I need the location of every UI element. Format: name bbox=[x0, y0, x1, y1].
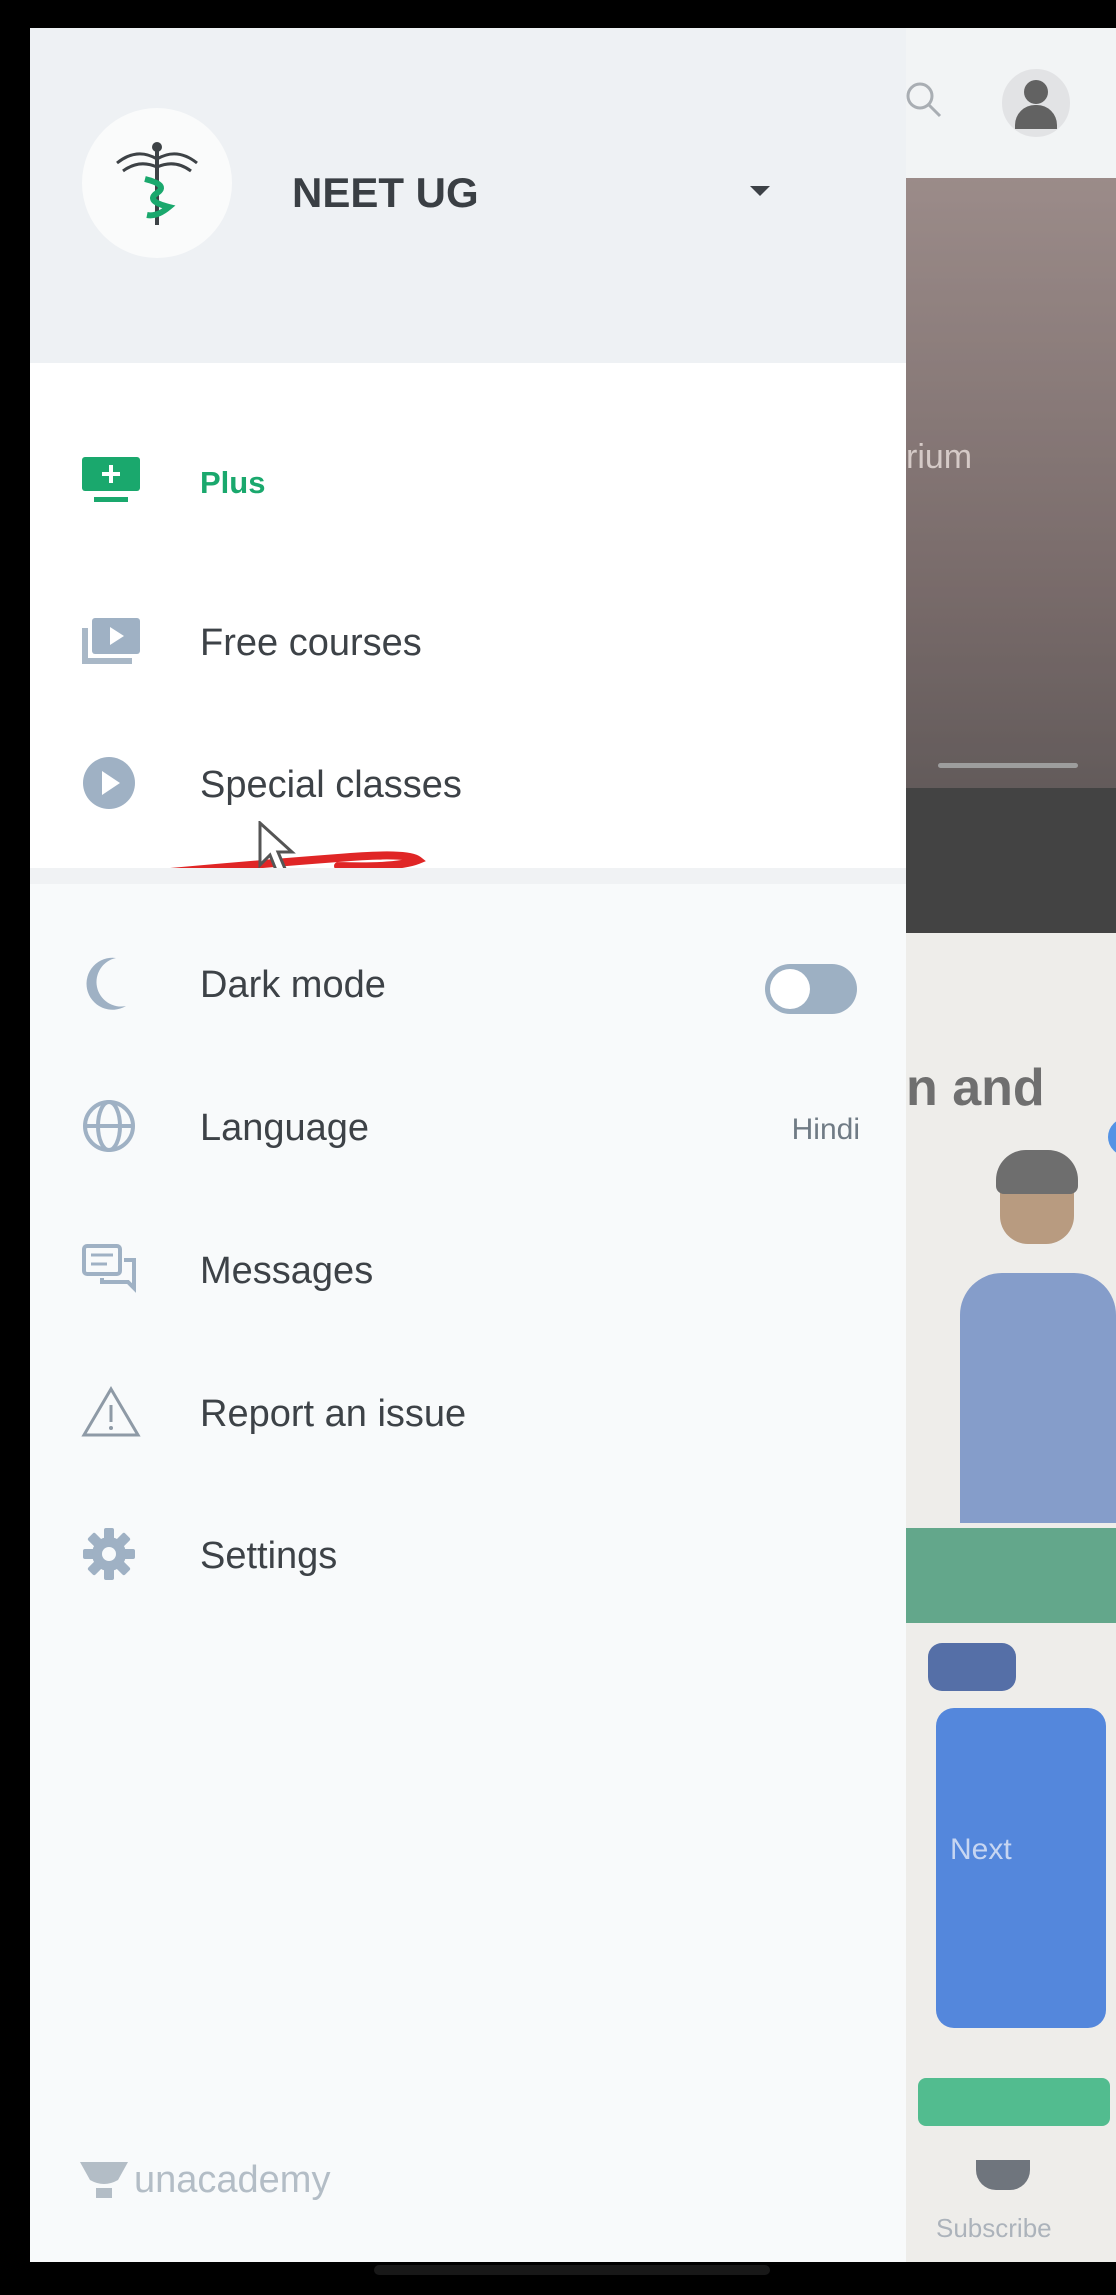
menu-item-label: Settings bbox=[200, 1535, 338, 1577]
warning-triangle-icon bbox=[80, 1385, 142, 1439]
menu-item-language[interactable]: Language Hindi bbox=[30, 1071, 906, 1181]
menu-item-messages[interactable]: Messages bbox=[30, 1214, 906, 1324]
menu-item-report-issue[interactable]: Report an issue bbox=[30, 1357, 906, 1467]
drawer-section-primary: Plus Free courses Special classes bbox=[30, 363, 906, 878]
menu-item-label: Dark mode bbox=[200, 964, 386, 1006]
dark-mode-toggle[interactable] bbox=[765, 964, 857, 1014]
gear-icon bbox=[80, 1527, 142, 1581]
menu-item-plus[interactable]: Plus bbox=[30, 423, 906, 533]
chat-icon bbox=[80, 1242, 142, 1296]
goal-title: NEET UG bbox=[292, 169, 479, 216]
home-indicator[interactable] bbox=[374, 2265, 770, 2275]
globe-icon bbox=[80, 1099, 142, 1153]
goal-logo bbox=[82, 108, 232, 258]
menu-item-label: Plus bbox=[200, 465, 266, 500]
app-screen: rium n and Next Subscribe NEET UG Plus F… bbox=[30, 28, 1116, 2262]
menu-item-free-courses[interactable]: Free courses bbox=[30, 586, 906, 696]
play-circle-icon bbox=[80, 756, 142, 810]
navigation-drawer: NEET UG Plus Free courses Special classe… bbox=[30, 28, 906, 2262]
monitor-plus-icon bbox=[80, 451, 142, 505]
unacademy-logo-icon bbox=[80, 2162, 128, 2198]
device-frame: rium n and Next Subscribe NEET UG Plus F… bbox=[0, 0, 1116, 2295]
brand-footer: unacademy bbox=[78, 2158, 330, 2202]
goal-selector[interactable]: NEET UG bbox=[30, 28, 906, 363]
section-divider bbox=[30, 868, 906, 884]
language-value: Hindi bbox=[791, 1113, 860, 1146]
moon-icon bbox=[80, 956, 142, 1010]
menu-item-special-classes[interactable]: Special classes bbox=[30, 728, 906, 838]
menu-item-label: Special classes bbox=[200, 764, 462, 806]
caret-down-icon[interactable] bbox=[750, 186, 770, 196]
menu-item-settings[interactable]: Settings bbox=[30, 1499, 906, 1609]
caduceus-icon bbox=[116, 142, 198, 225]
brand-name: unacademy bbox=[134, 2158, 331, 2201]
menu-item-label: Language bbox=[200, 1107, 370, 1149]
drawer-scrim[interactable] bbox=[906, 28, 1116, 2262]
video-library-icon bbox=[80, 614, 142, 668]
menu-item-label: Report an issue bbox=[200, 1393, 467, 1435]
menu-item-label: Messages bbox=[200, 1250, 374, 1292]
menu-item-label: Free courses bbox=[200, 622, 422, 664]
menu-item-dark-mode[interactable]: Dark mode bbox=[30, 928, 906, 1038]
